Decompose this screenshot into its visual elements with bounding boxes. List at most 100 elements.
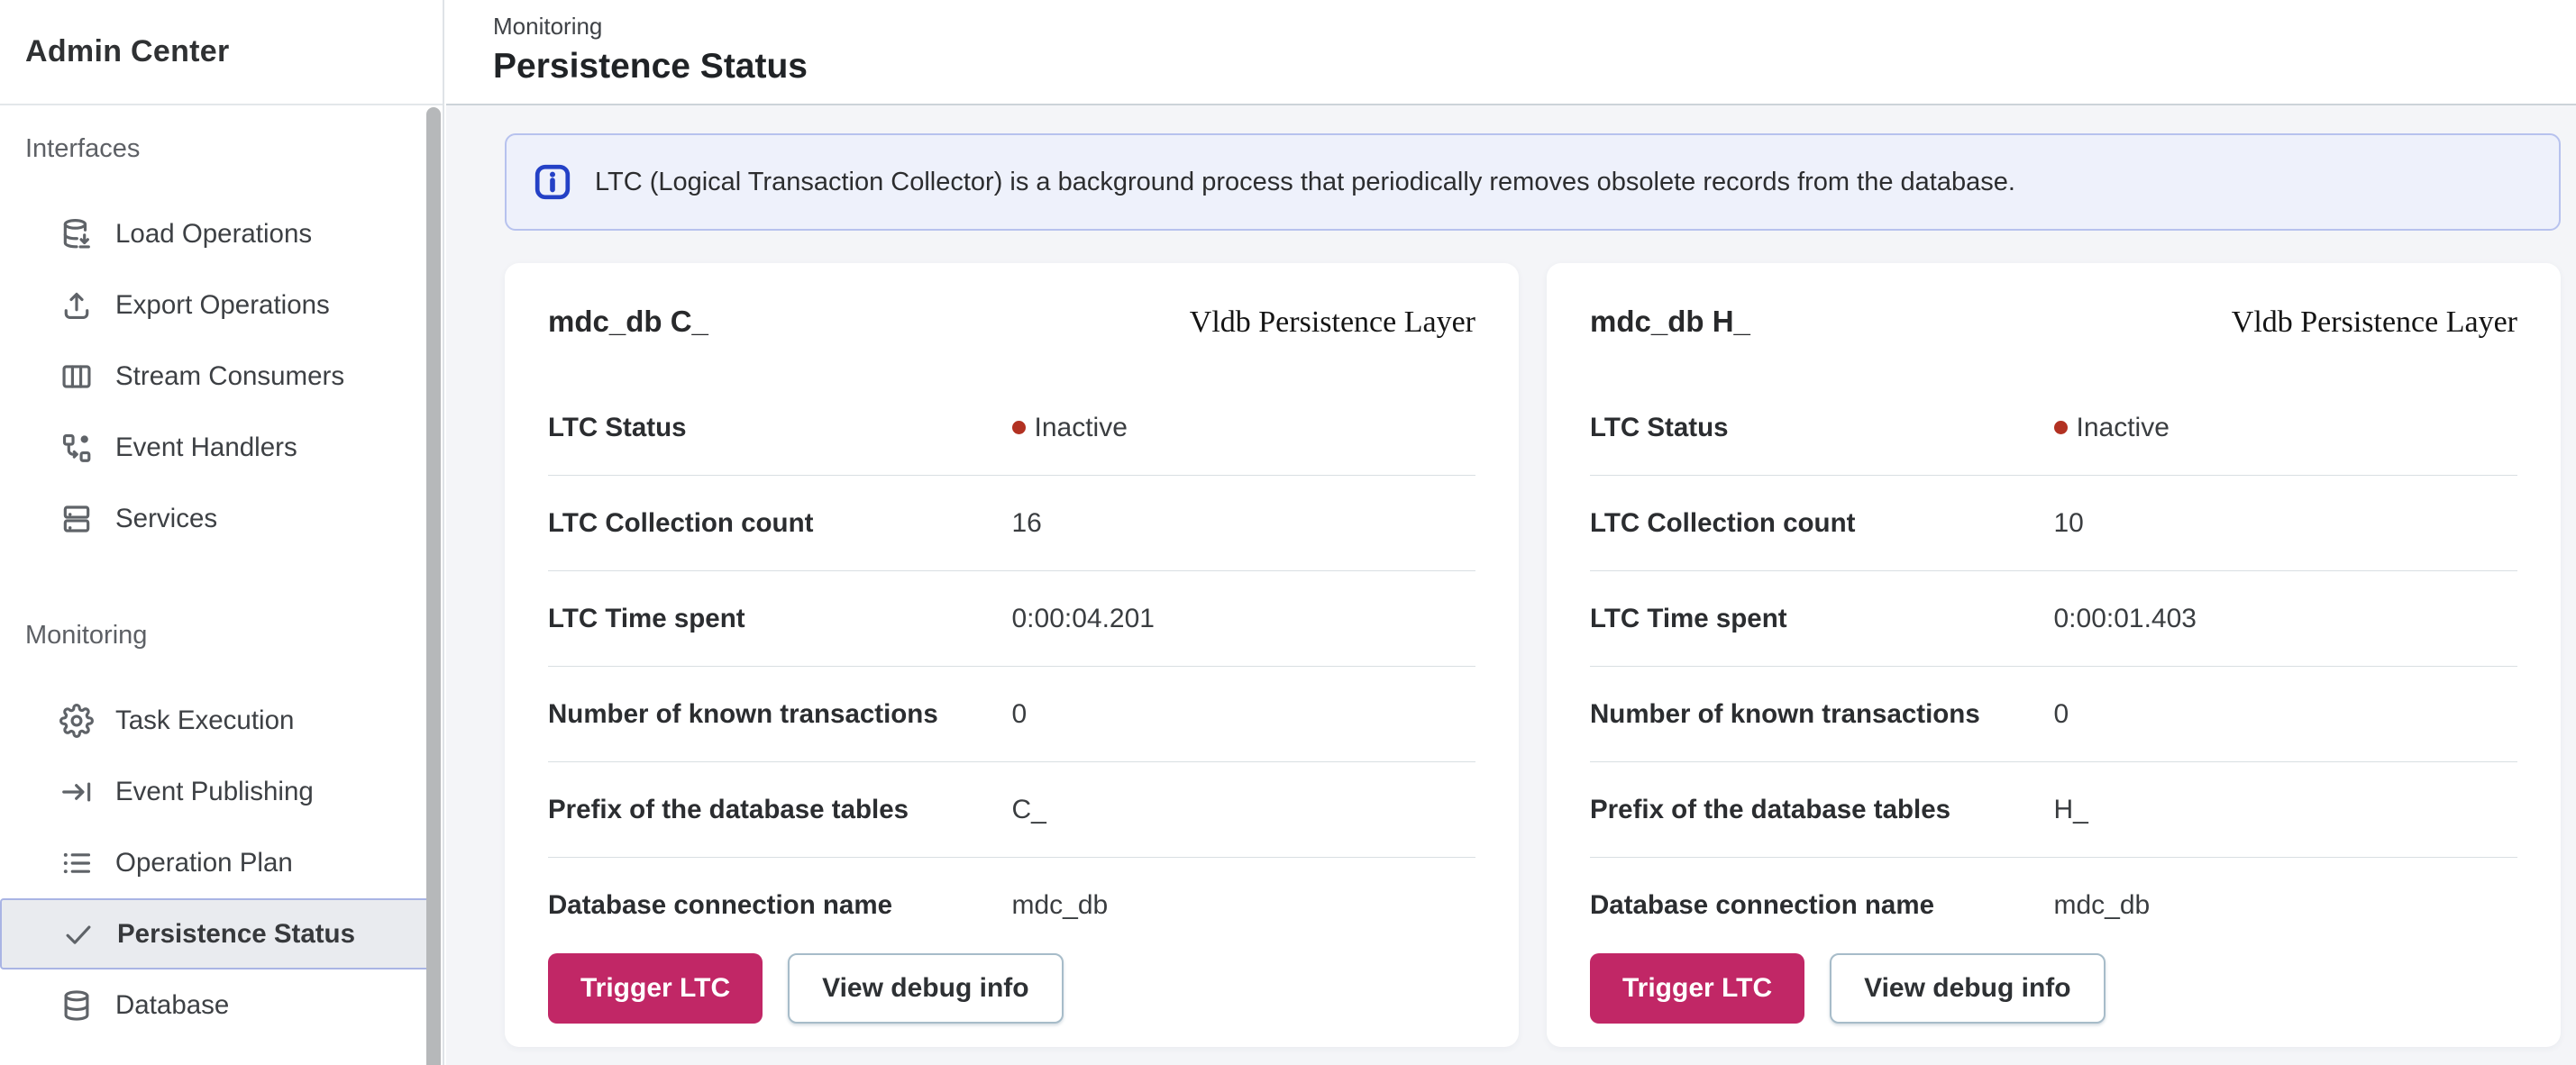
- detail-row: LTC Status Inactive: [548, 380, 1475, 476]
- status-dot-icon: [1012, 421, 1026, 434]
- detail-row: LTC Collection count10: [1590, 476, 2517, 571]
- detail-row: Prefix of the database tablesC_: [548, 762, 1475, 858]
- sidebar-item-label: Persistence Status: [117, 919, 355, 950]
- row-value-text: 0: [1012, 699, 1028, 730]
- detail-row: Number of known transactions0: [548, 667, 1475, 762]
- card-actions: Trigger LTC View debug info: [548, 953, 1475, 1024]
- event-handlers-icon: [59, 431, 94, 465]
- persistence-card-mdc-db-h-: mdc_db H_Vldb Persistence LayerLTC Statu…: [1547, 263, 2561, 1047]
- sidebar: Admin Center Interfaces Load Operations Ex…: [0, 0, 444, 1065]
- row-label: LTC Status: [1590, 413, 2054, 443]
- sidebar-item-load-operations[interactable]: Load Operations: [0, 198, 443, 269]
- detail-row: Database connection namemdc_db: [1590, 858, 2517, 953]
- row-label: LTC Status: [548, 413, 1012, 443]
- sidebar-header: Admin Center: [0, 0, 443, 105]
- detail-row: LTC Status Inactive: [1590, 380, 2517, 476]
- nav-section-label: Interfaces: [0, 136, 443, 162]
- row-value-text: 0:00:04.201: [1012, 604, 1155, 634]
- persistence-card-mdc-db-c-: mdc_db C_ Vldb Persistence Layer LTC Statu…: [505, 263, 1519, 1047]
- card-rows: LTC Status Inactive LTC Collection count10…: [1590, 380, 2517, 953]
- row-value-text: C_: [1012, 795, 1046, 825]
- row-value: mdc_db: [1012, 890, 1109, 921]
- content-header: Monitoring Persistence Status: [446, 0, 2576, 105]
- row-value-text: 0: [2054, 699, 2069, 730]
- nav-section-label: Monitoring: [0, 623, 443, 649]
- stream-consumers-icon: [59, 360, 94, 394]
- view-debug-info-button[interactable]: View debug info: [1830, 953, 2105, 1024]
- row-label: Number of known transactions: [1590, 699, 2054, 730]
- card-title: mdc_db C_: [548, 305, 708, 339]
- card-header: mdc_db C_ Vldb Persistence Layer: [548, 305, 1475, 340]
- trigger-ltc-button[interactable]: Trigger LTC: [548, 953, 763, 1024]
- trigger-ltc-button[interactable]: Trigger LTC: [1590, 953, 1804, 1024]
- card-layer-label: Vldb Persistence Layer: [2232, 305, 2517, 340]
- event-publishing-icon: [59, 775, 94, 809]
- row-value: Inactive: [1012, 413, 1128, 443]
- sidebar-item-operation-plan[interactable]: Operation Plan: [0, 827, 443, 898]
- page-title: Persistence Status: [493, 47, 2576, 86]
- sidebar-item-label: Operation Plan: [115, 848, 293, 878]
- row-value-text: Inactive: [2077, 413, 2170, 443]
- sidebar-item-stream-consumers[interactable]: Stream Consumers: [0, 341, 443, 412]
- sidebar-item-persistence-status[interactable]: Persistence Status: [0, 898, 430, 969]
- row-value: 10: [2054, 508, 2084, 539]
- row-label: LTC Collection count: [548, 508, 1012, 539]
- sidebar-item-label: Event Publishing: [115, 777, 314, 807]
- nav-section-interfaces: Interfaces Load Operations Export Operatio…: [0, 136, 443, 554]
- row-label: LTC Time spent: [1590, 604, 2054, 634]
- view-debug-info-button[interactable]: View debug info: [788, 953, 1063, 1024]
- info-icon: [534, 163, 571, 201]
- sidebar-item-export-operations[interactable]: Export Operations: [0, 269, 443, 341]
- database-icon: [59, 988, 94, 1023]
- sidebar-item-label: Task Execution: [115, 705, 294, 736]
- row-label: LTC Collection count: [1590, 508, 2054, 539]
- detail-row: LTC Time spent0:00:01.403: [1590, 571, 2517, 667]
- sidebar-item-label: Database: [115, 990, 229, 1021]
- cards-row: mdc_db C_ Vldb Persistence Layer LTC Statu…: [505, 263, 2561, 1047]
- sidebar-item-event-publishing[interactable]: Event Publishing: [0, 756, 443, 827]
- detail-row: Prefix of the database tablesH_: [1590, 762, 2517, 858]
- sidebar-item-task-execution[interactable]: Task Execution: [0, 685, 443, 756]
- row-value-text: 0:00:01.403: [2054, 604, 2197, 634]
- info-banner: LTC (Logical Transaction Collector) is a…: [505, 133, 2561, 231]
- row-value: C_: [1012, 795, 1046, 825]
- card-layer-label: Vldb Persistence Layer: [1190, 305, 1475, 340]
- row-value: Inactive: [2054, 413, 2170, 443]
- sidebar-item-label: Event Handlers: [115, 432, 297, 463]
- sidebar-item-services[interactable]: Services: [0, 483, 443, 554]
- row-label: Database connection name: [548, 890, 1012, 921]
- detail-row: LTC Collection count16: [548, 476, 1475, 571]
- sidebar-item-database[interactable]: Database: [0, 969, 443, 1041]
- row-value-text: mdc_db: [2054, 890, 2151, 921]
- detail-row: LTC Time spent0:00:04.201: [548, 571, 1475, 667]
- row-label: Number of known transactions: [548, 699, 1012, 730]
- row-value-text: mdc_db: [1012, 890, 1109, 921]
- detail-row: Database connection namemdc_db: [548, 858, 1475, 953]
- sidebar-item-label: Load Operations: [115, 219, 312, 250]
- checkmark-icon: [61, 917, 96, 951]
- load-operations-icon: [59, 217, 94, 251]
- sidebar-nav: Interfaces Load Operations Export Operatio…: [0, 105, 443, 1041]
- row-value: 16: [1012, 508, 1042, 539]
- sidebar-item-label: Stream Consumers: [115, 361, 344, 392]
- main-area: LTC (Logical Transaction Collector) is a…: [446, 105, 2576, 1065]
- nav-section-monitoring: Monitoring Task Execution Event Publishing…: [0, 623, 443, 1041]
- breadcrumb: Monitoring: [493, 13, 2576, 41]
- services-icon: [59, 502, 94, 536]
- content: Monitoring Persistence Status LTC (Logic…: [446, 0, 2576, 1065]
- row-value: 0:00:04.201: [1012, 604, 1155, 634]
- info-banner-text: LTC (Logical Transaction Collector) is a…: [595, 168, 2015, 197]
- row-value-text: Inactive: [1035, 413, 1128, 443]
- detail-row: Number of known transactions0: [1590, 667, 2517, 762]
- row-value-text: H_: [2054, 795, 2088, 825]
- operation-plan-icon: [59, 846, 94, 880]
- card-actions: Trigger LTC View debug info: [1590, 953, 2517, 1024]
- sidebar-scrollbar[interactable]: [426, 107, 441, 1065]
- row-label: Database connection name: [1590, 890, 2054, 921]
- export-operations-icon: [59, 288, 94, 323]
- row-label: Prefix of the database tables: [548, 795, 1012, 825]
- row-value: mdc_db: [2054, 890, 2151, 921]
- row-label: LTC Time spent: [548, 604, 1012, 634]
- sidebar-item-event-handlers[interactable]: Event Handlers: [0, 412, 443, 483]
- card-header: mdc_db H_Vldb Persistence Layer: [1590, 305, 2517, 340]
